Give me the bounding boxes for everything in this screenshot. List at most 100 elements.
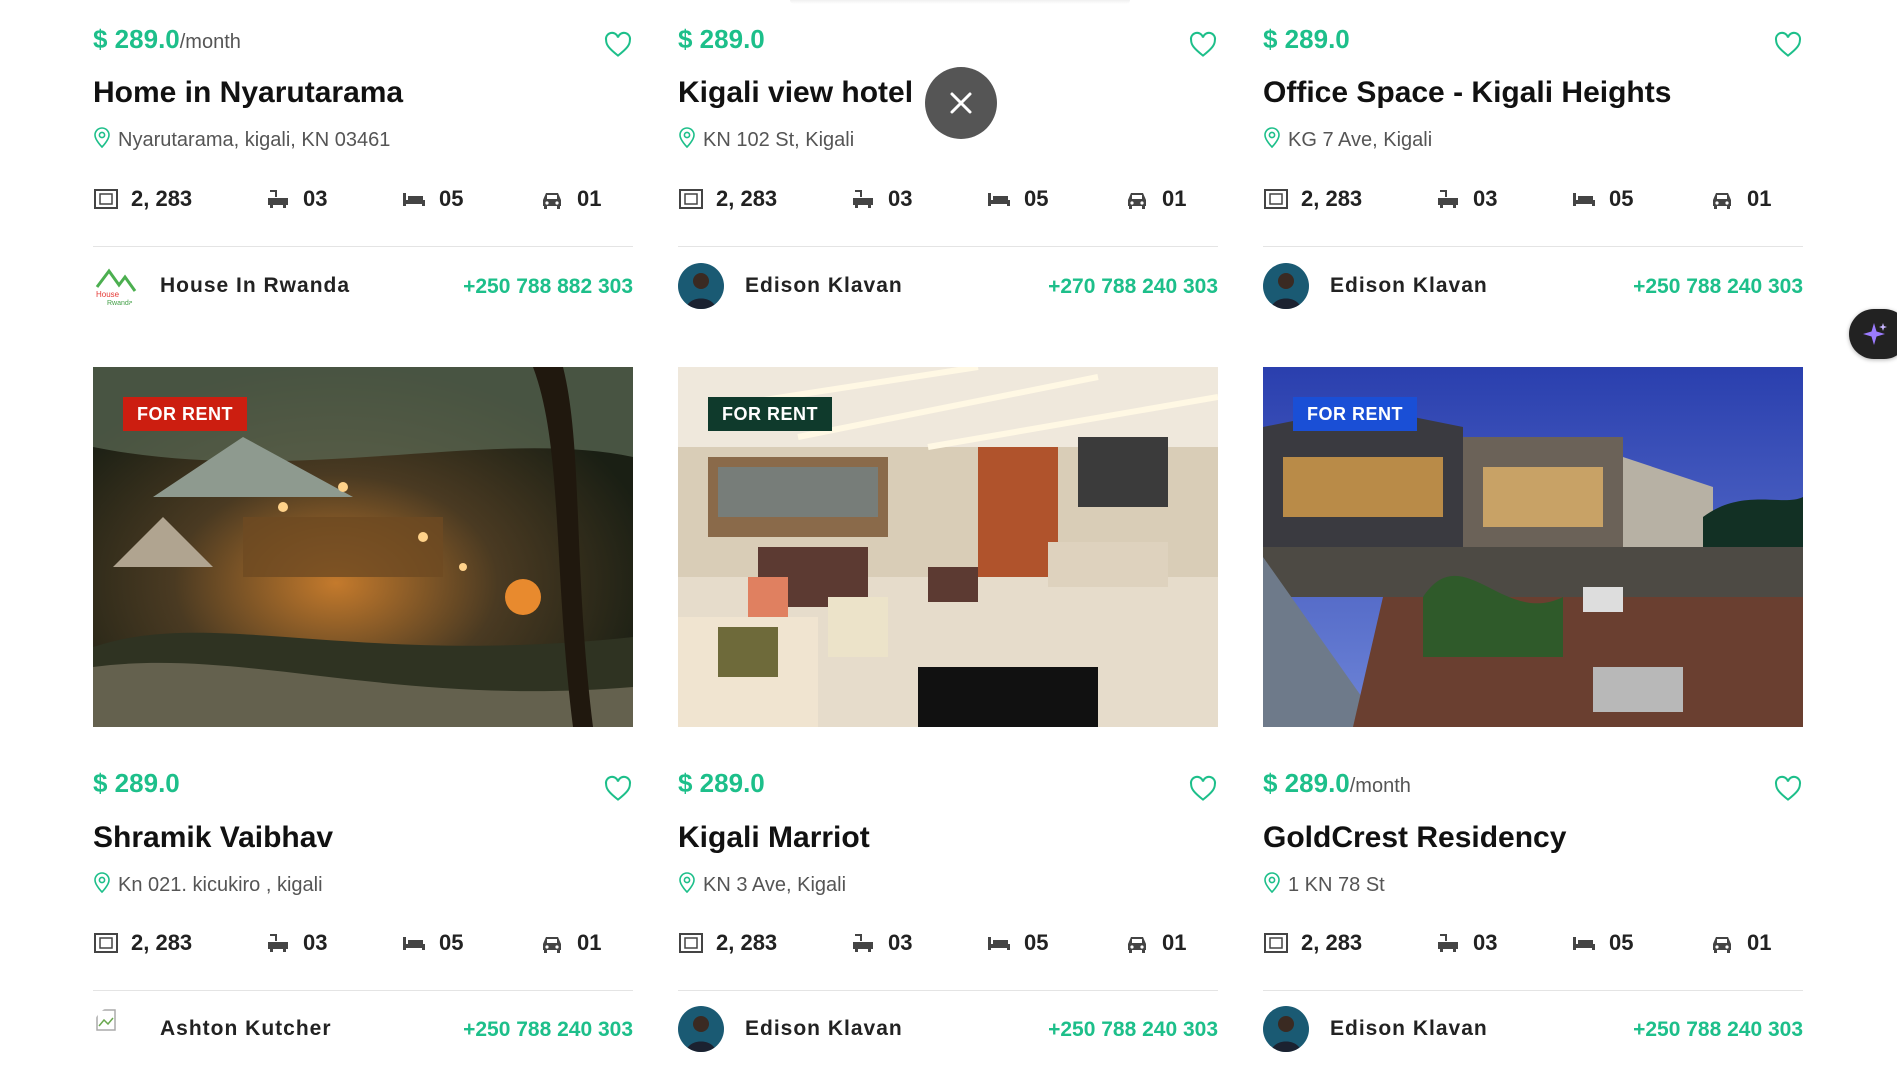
- bathtub-icon: [1438, 934, 1458, 952]
- bathtub-icon: [1438, 190, 1458, 208]
- spec-beds: 05: [1571, 184, 1633, 214]
- close-button[interactable]: [925, 67, 997, 139]
- specs-row: 2, 283 03 05 01: [93, 928, 633, 958]
- spec-baths: 03: [850, 928, 912, 958]
- for-rent-badge: FOR RENT: [708, 397, 832, 431]
- agent-phone[interactable]: +270 788 240 303: [1048, 275, 1218, 299]
- area-icon: [1264, 189, 1288, 209]
- car-icon: [543, 193, 561, 209]
- map-pin-icon: [679, 127, 695, 149]
- agent-phone[interactable]: +250 788 882 303: [463, 275, 633, 299]
- specs-row: 2, 283 03 05 01: [93, 184, 633, 214]
- listing-photo[interactable]: FOR RENT: [93, 367, 633, 727]
- map-pin-icon: [679, 872, 695, 894]
- spec-beds: 05: [986, 184, 1048, 214]
- bed-icon: [988, 193, 1010, 206]
- bathtub-icon: [853, 934, 873, 952]
- listing-address: Kn 021. kicukiro , kigali: [93, 872, 633, 897]
- agent-row: Edison Klavan +270 788 240 303: [678, 263, 1218, 311]
- spec-garage: 01: [539, 184, 601, 214]
- spec-baths: 03: [1435, 928, 1497, 958]
- price: $ 289.0/month: [93, 24, 241, 54]
- agent-phone[interactable]: +250 788 240 303: [1633, 275, 1803, 299]
- car-icon: [1128, 193, 1146, 209]
- heart-outline-icon[interactable]: [1188, 774, 1218, 804]
- specs-row: 2, 283 03 05 01: [678, 928, 1218, 958]
- listing-title[interactable]: Office Space - Kigali Heights: [1263, 76, 1803, 110]
- listing-title[interactable]: Shramik Vaibhav: [93, 821, 633, 855]
- map-pin-icon: [1264, 127, 1280, 149]
- listing-title[interactable]: Home in Nyarutarama: [93, 76, 633, 110]
- avatar: [1263, 263, 1309, 309]
- broken-image-icon: [93, 1006, 139, 1052]
- heart-outline-icon[interactable]: [1188, 30, 1218, 60]
- specs-row: 2, 283 03 05 01: [1263, 184, 1803, 214]
- listing-title[interactable]: Kigali Marriot: [678, 821, 1218, 855]
- area-icon: [679, 189, 703, 209]
- listing-title[interactable]: GoldCrest Residency: [1263, 821, 1803, 855]
- area-icon: [94, 189, 118, 209]
- price-row: $ 289.0: [678, 24, 1218, 64]
- svg-text:Rwanda: Rwanda: [107, 300, 133, 307]
- for-rent-badge: FOR RENT: [123, 397, 247, 431]
- listing-address: Nyarutarama, kigali, KN 03461: [93, 127, 633, 152]
- heart-outline-icon[interactable]: [603, 774, 633, 804]
- area-icon: [1264, 933, 1288, 953]
- bathtub-icon: [268, 190, 288, 208]
- agent-name[interactable]: Edison Klavan: [1330, 1017, 1488, 1041]
- agent-name[interactable]: Edison Klavan: [745, 274, 903, 298]
- agent-name[interactable]: Edison Klavan: [745, 1017, 903, 1041]
- listing-photo[interactable]: FOR RENT: [1263, 367, 1803, 727]
- bed-icon: [403, 193, 425, 206]
- close-icon: [950, 92, 972, 114]
- assistant-button[interactable]: [1849, 309, 1897, 359]
- specs-row: 2, 283 03 05 01: [678, 184, 1218, 214]
- map-pin-icon: [94, 872, 110, 894]
- avatar: [678, 1006, 724, 1052]
- heart-outline-icon[interactable]: [603, 30, 633, 60]
- agent-name[interactable]: Edison Klavan: [1330, 274, 1488, 298]
- price-row: $ 289.0/month: [93, 24, 633, 64]
- price: $ 289.0/month: [1263, 768, 1411, 798]
- agent-row: Edison Klavan +250 788 240 303: [1263, 1006, 1803, 1054]
- divider: [1263, 990, 1803, 991]
- listing-photo[interactable]: FOR RENT: [678, 367, 1218, 727]
- area-icon: [679, 933, 703, 953]
- price: $ 289.0: [678, 768, 765, 798]
- bed-icon: [1573, 937, 1595, 950]
- spec-area: 2, 283: [1263, 184, 1362, 214]
- agent-phone[interactable]: +250 788 240 303: [1048, 1018, 1218, 1042]
- spec-baths: 03: [265, 184, 327, 214]
- agent-row: Edison Klavan +250 788 240 303: [678, 1006, 1218, 1054]
- spec-area: 2, 283: [93, 928, 192, 958]
- spec-beds: 05: [401, 928, 463, 958]
- car-icon: [1713, 937, 1731, 953]
- heart-outline-icon[interactable]: [1773, 774, 1803, 804]
- agent-row: Edison Klavan +250 788 240 303: [1263, 263, 1803, 311]
- divider: [678, 990, 1218, 991]
- area-icon: [94, 933, 118, 953]
- bed-icon: [988, 937, 1010, 950]
- agent-name[interactable]: Ashton Kutcher: [160, 1017, 332, 1041]
- spec-beds: 05: [986, 928, 1048, 958]
- map-pin-icon: [94, 127, 110, 149]
- spec-baths: 03: [1435, 184, 1497, 214]
- listing-address: 1 KN 78 St: [1263, 872, 1803, 897]
- spec-garage: 01: [539, 928, 601, 958]
- spec-baths: 03: [850, 184, 912, 214]
- spec-garage: 01: [1124, 928, 1186, 958]
- specs-row: 2, 283 03 05 01: [1263, 928, 1803, 958]
- price: $ 289.0: [93, 768, 180, 798]
- spec-beds: 05: [401, 184, 463, 214]
- price-row: $ 289.0: [1263, 24, 1803, 64]
- car-icon: [1713, 193, 1731, 209]
- for-rent-badge: FOR RENT: [1293, 397, 1417, 431]
- svg-text:House: House: [96, 290, 120, 299]
- agent-phone[interactable]: +250 788 240 303: [463, 1018, 633, 1042]
- agent-name[interactable]: House In Rwanda: [160, 274, 350, 298]
- top-edge-shadow: [790, 0, 1130, 4]
- agent-phone[interactable]: +250 788 240 303: [1633, 1018, 1803, 1042]
- heart-outline-icon[interactable]: [1773, 30, 1803, 60]
- spec-area: 2, 283: [1263, 928, 1362, 958]
- bed-icon: [1573, 193, 1595, 206]
